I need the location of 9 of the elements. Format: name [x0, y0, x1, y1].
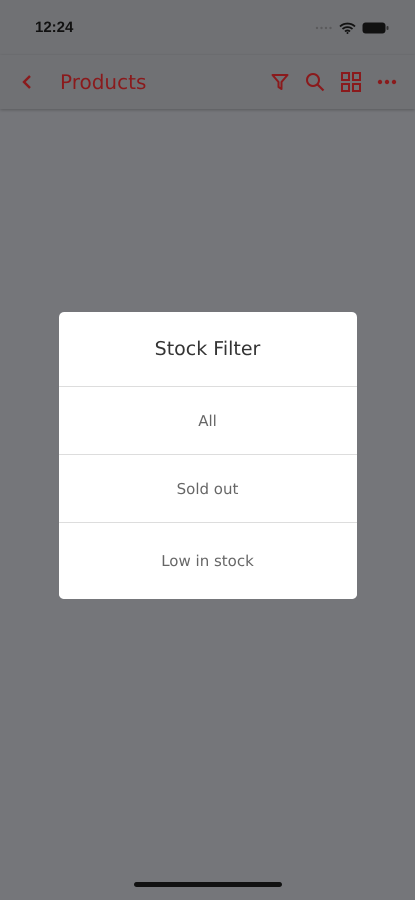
more-icon[interactable] [377, 79, 397, 85]
wifi-icon [339, 22, 356, 34]
battery-icon [362, 22, 389, 34]
grid-icon[interactable] [341, 72, 361, 92]
status-time: 12:24 [35, 19, 74, 36]
filter-icon[interactable] [271, 73, 289, 91]
page-title: Products [60, 70, 148, 94]
search-icon[interactable] [305, 72, 325, 92]
back-icon[interactable] [22, 74, 32, 90]
